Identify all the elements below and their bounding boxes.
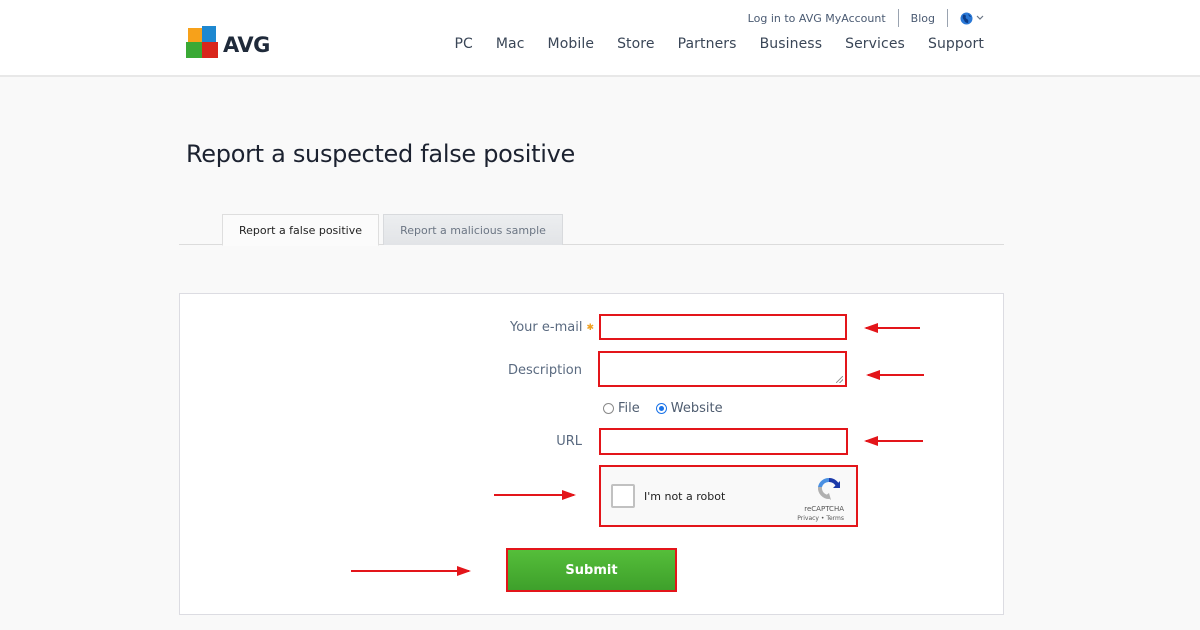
recaptcha-brand: reCAPTCHA — [804, 505, 844, 513]
url-field[interactable] — [601, 430, 846, 453]
site-header: AVG Log in to AVG MyAccount Blog PC Mac … — [0, 0, 1200, 77]
email-label-text: Your e-mail — [510, 320, 583, 335]
tab-malicious-sample[interactable]: Report a malicious sample — [383, 214, 563, 245]
annotation-arrow-description — [866, 370, 924, 380]
email-field-wrapper — [599, 314, 847, 340]
email-label: Your e-mail ✱ — [470, 320, 594, 335]
avg-logo[interactable]: AVG — [186, 26, 270, 62]
recaptcha-privacy-terms-links[interactable]: Privacy • Terms — [797, 515, 844, 522]
tab-false-positive[interactable]: Report a false positive — [222, 214, 379, 246]
email-field[interactable] — [601, 316, 845, 339]
nav-services[interactable]: Services — [845, 36, 905, 52]
annotation-arrow-captcha — [494, 490, 576, 500]
description-field[interactable] — [600, 353, 845, 385]
radio-file[interactable]: File — [603, 401, 640, 416]
globe-icon — [960, 12, 973, 24]
nav-store[interactable]: Store — [617, 36, 655, 52]
recaptcha-label: I'm not a robot — [644, 490, 726, 503]
description-field-wrapper — [598, 351, 847, 387]
radio-website-button[interactable] — [655, 403, 667, 414]
radio-file-button[interactable] — [603, 403, 614, 414]
avg-logo-icon — [186, 26, 220, 62]
divider — [897, 9, 899, 27]
chevron-down-icon — [976, 15, 984, 20]
description-label: Description — [507, 363, 582, 378]
blog-link[interactable]: Blog — [911, 12, 935, 25]
nav-business[interactable]: Business — [760, 36, 823, 52]
report-type-radio-group: File Website — [603, 401, 723, 416]
report-tabs: Report a false positive Report a malicio… — [179, 214, 1004, 246]
recaptcha-checkbox[interactable] — [611, 484, 635, 508]
divider — [947, 9, 948, 27]
radio-website[interactable]: Website — [655, 401, 723, 416]
url-field-wrapper — [599, 428, 848, 455]
main-nav: PC Mac Mobile Store Partners Business Se… — [431, 36, 984, 52]
login-link[interactable]: Log in to AVG MyAccount — [748, 12, 886, 25]
annotation-arrow-email — [864, 323, 920, 333]
nav-mac[interactable]: Mac — [496, 36, 525, 52]
radio-website-label: Website — [670, 401, 723, 416]
submit-button[interactable]: Submit — [506, 548, 677, 592]
radio-file-label: File — [618, 401, 640, 416]
recaptcha-icon — [817, 477, 840, 500]
language-selector[interactable] — [960, 12, 984, 25]
nav-mobile[interactable]: Mobile — [548, 36, 595, 52]
nav-support[interactable]: Support — [928, 36, 984, 52]
nav-partners[interactable]: Partners — [678, 36, 737, 52]
url-label: URL — [556, 434, 582, 449]
page-title: Report a suspected false positive — [186, 140, 575, 168]
required-icon: ✱ — [586, 322, 594, 333]
nav-pc[interactable]: PC — [454, 36, 472, 52]
top-utility-bar: Log in to AVG MyAccount Blog — [748, 9, 984, 27]
resize-handle[interactable] — [836, 376, 843, 383]
logo-text: AVG — [223, 33, 270, 57]
recaptcha-widget: I'm not a robot reCAPTCHA Privacy • Term… — [599, 465, 858, 527]
annotation-arrow-url — [864, 436, 923, 446]
annotation-arrow-submit — [351, 566, 471, 576]
